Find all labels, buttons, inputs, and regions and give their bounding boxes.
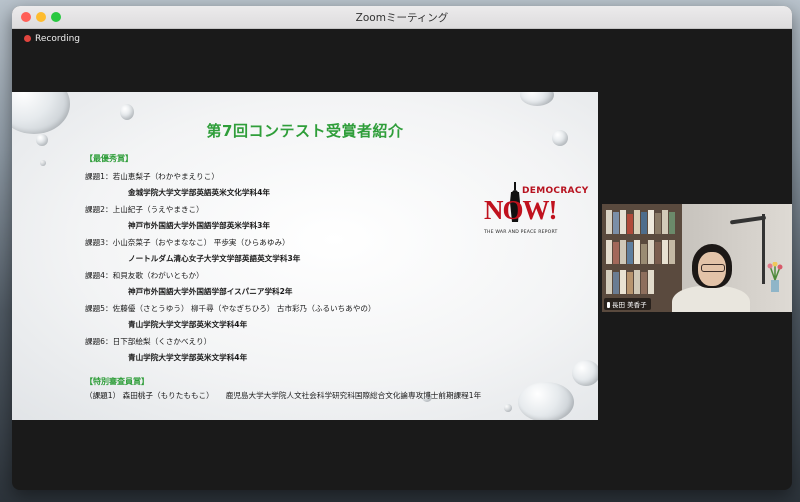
special-affiliation: 鹿児島大学大学院人文社会科学研究科国際総合文化論専攻博士前期課程1年 xyxy=(225,391,482,400)
participant-video-tile[interactable]: 長田 美香子 xyxy=(602,204,792,312)
affiliation-line: 神戸市外国語大学外国語学部英米学科3年 xyxy=(128,221,270,230)
participant-name-tag: 長田 美香子 xyxy=(604,298,651,310)
water-drop-decoration xyxy=(504,404,512,412)
special-award-line: （課題1） 森田桃子（もりたももこ） 鹿児島大学大学院人文社会科学研究科国際総合文… xyxy=(85,390,481,401)
affiliation-line: 神戸市外国語大学外国語学部イスパニア学科2年 xyxy=(128,287,293,296)
task-line: 課題1：若山恵梨子（わかやまえりこ） xyxy=(85,172,219,181)
zoom-window: Zoomミーティング Recording 第7回コンテスト受賞者紹介 【最優秀賞… xyxy=(12,6,792,490)
participant-body xyxy=(672,286,750,312)
slide-title: 第7回コンテスト受賞者紹介 xyxy=(206,122,404,140)
democracy-now-logo: DEMOCRACY NOW! THE WAR AND PEACE REPORT xyxy=(484,182,588,238)
bookshelf-background xyxy=(602,204,682,312)
record-dot-icon xyxy=(24,35,31,42)
affiliation-line: ノートルダム清心女子大学文学部英語英文学科3年 xyxy=(128,254,301,263)
task-line: 課題4：和貝友歌（わがいともか） xyxy=(85,271,204,280)
water-drop-decoration xyxy=(120,104,134,120)
title-bar: Zoomミーティング xyxy=(12,6,792,29)
recording-indicator: Recording xyxy=(24,34,80,44)
special-task: （課題1） 森田桃子（もりたももこ） xyxy=(85,391,214,400)
task-line: 課題5：佐藤優（さとうゆう） 柳千尋（やなぎちひろ） 古市彩乃（ふるいちあやの） xyxy=(85,304,376,313)
best-award-label: 【最優秀賞】 xyxy=(85,154,133,163)
water-drop-decoration xyxy=(520,92,554,106)
participant-name: 長田 美香子 xyxy=(612,301,647,309)
logo-subtitle: THE WAR AND PEACE REPORT xyxy=(484,230,558,235)
microphone-icon xyxy=(607,302,610,308)
water-drop-decoration xyxy=(40,160,46,166)
affiliation-line: 金城学院大学文学部英語英米文化学科4年 xyxy=(128,188,270,197)
task-line: 課題6：日下部絵梨（くさかべえり） xyxy=(85,337,212,346)
water-drop-decoration xyxy=(518,382,574,420)
task-line: 課題3：小山奈菜子（おやまななこ） 平歩実（ひらあゆみ） xyxy=(85,238,290,247)
task-line: 課題2：上山紀子（うえやまきこ） xyxy=(85,205,204,214)
glasses-icon xyxy=(701,264,725,272)
shared-screen-slide: 第7回コンテスト受賞者紹介 【最優秀賞】 課題1：若山恵梨子（わかやまえりこ） … xyxy=(12,92,598,420)
window-title: Zoomミーティング xyxy=(355,12,449,24)
special-award-label: 【特別審査員賞】 xyxy=(85,377,149,386)
recording-label: Recording xyxy=(35,34,81,44)
affiliation-line: 青山学院大学文学部英米文学科4年 xyxy=(128,320,248,329)
affiliation-line: 青山学院大学文学部英米文学科4年 xyxy=(128,353,248,362)
logo-now: NOW! xyxy=(484,195,557,225)
flower-vase-icon xyxy=(767,262,783,292)
water-drop-decoration xyxy=(572,360,598,386)
